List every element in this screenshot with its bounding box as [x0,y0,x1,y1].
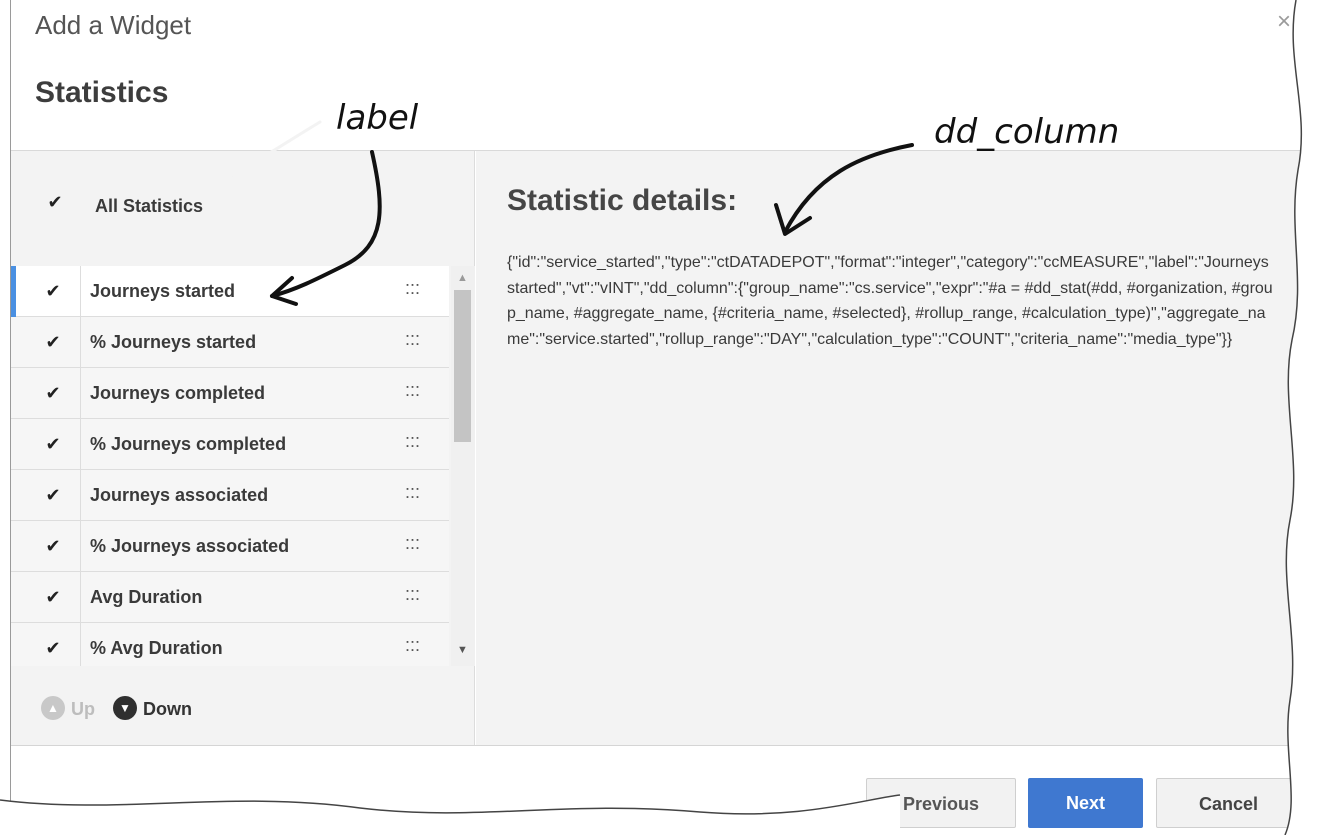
move-down-button[interactable]: ▼ Down [113,693,213,723]
statistics-list: ✔ Journeys started::: ✔% Journeys started:… [11,266,449,666]
statistic-label: Journeys started [90,281,236,301]
drag-handle-icon[interactable]: ::: [405,482,420,503]
details-json-text: {"id":"service_started","type":"ctDATADE… [507,254,1273,348]
statistic-label: % Journeys associated [90,536,290,556]
statistic-list-item[interactable]: ✔ Journeys started::: [11,266,449,317]
annotation-label-note: label [336,98,419,138]
statistic-list-item[interactable]: ✔ % Journeys started::: [11,317,449,368]
drag-handle-icon[interactable]: ::: [405,584,420,605]
next-button[interactable]: Next [1028,778,1143,828]
checkbox-cell: ✔ [11,623,81,666]
cancel-button[interactable]: Cancel [1156,778,1301,828]
dialog-title: Add a Widget [35,10,192,40]
scroll-up-arrow-icon[interactable]: ▲ [457,272,468,284]
all-statistics-checkbox[interactable]: ✔ [45,192,65,212]
drag-handle-icon[interactable]: ::: [405,431,420,452]
details-title: Statistic details: [507,184,738,217]
checkbox-cell: ✔ [11,368,81,419]
scroll-down-arrow-icon[interactable]: ▼ [457,644,468,656]
statistic-label: % Journeys completed [90,434,287,454]
move-down-label: Down [143,699,192,719]
statistic-checkbox[interactable]: ✔ [43,485,63,505]
statistic-list-item[interactable]: ✔ % Journeys completed::: [11,419,449,470]
statistic-label: Journeys associated [90,485,269,505]
move-up-button[interactable]: ▲ Up [41,693,111,723]
previous-button[interactable]: Previous [866,778,1016,828]
arrow-down-circle-icon: ▼ [113,696,137,720]
statistic-label: Avg Duration [90,587,203,607]
statistic-checkbox[interactable]: ✔ [43,332,63,352]
drag-handle-icon[interactable]: ::: [405,278,420,299]
checkbox-cell: ✔ [11,419,81,470]
checkbox-cell: ✔ [11,317,81,368]
all-statistics-label: All Statistics [95,196,204,216]
statistic-checkbox[interactable]: ✔ [43,536,63,556]
statistic-label: Journeys completed [90,383,266,403]
drag-handle-icon[interactable]: ::: [405,635,420,656]
checkbox-cell: ✔ [11,266,81,317]
statistic-list-item[interactable]: ✔ % Avg Duration::: [11,623,449,666]
all-statistics-row[interactable]: ✔ All Statistics [41,190,341,220]
move-up-label: Up [71,699,95,719]
statistic-list-item[interactable]: ✔ Journeys associated::: [11,470,449,521]
statistic-list-item[interactable]: ✔ Journeys completed::: [11,368,449,419]
arrow-up-circle-icon: ▲ [41,696,65,720]
checkbox-cell: ✔ [11,521,81,572]
footer-divider [11,745,1311,746]
statistic-checkbox[interactable]: ✔ [43,638,63,658]
statistic-label: % Journeys started [90,332,257,352]
statistic-list-item[interactable]: ✔ % Journeys associated::: [11,521,449,572]
statistic-checkbox[interactable]: ✔ [43,383,63,403]
statistic-checkbox[interactable]: ✔ [43,587,63,607]
statistic-checkbox[interactable]: ✔ [43,434,63,454]
list-scrollbar[interactable]: ▲ ▼ [451,266,475,666]
statistic-details-panel [476,151,1311,745]
checkbox-cell: ✔ [11,572,81,623]
checkbox-cell: ✔ [11,470,81,521]
drag-handle-icon[interactable]: ::: [405,533,420,554]
statistic-checkbox[interactable]: ✔ [43,281,63,301]
statistic-list-item[interactable]: ✔ Avg Duration::: [11,572,449,623]
drag-handle-icon[interactable]: ::: [405,380,420,401]
section-title: Statistics [35,76,169,109]
close-icon[interactable]: × [1277,10,1291,34]
statistic-label: % Avg Duration [90,638,223,658]
annotation-dd-column-note: dd_column [934,112,1120,152]
scrollbar-thumb[interactable] [454,290,471,442]
drag-handle-icon[interactable]: ::: [405,329,420,350]
